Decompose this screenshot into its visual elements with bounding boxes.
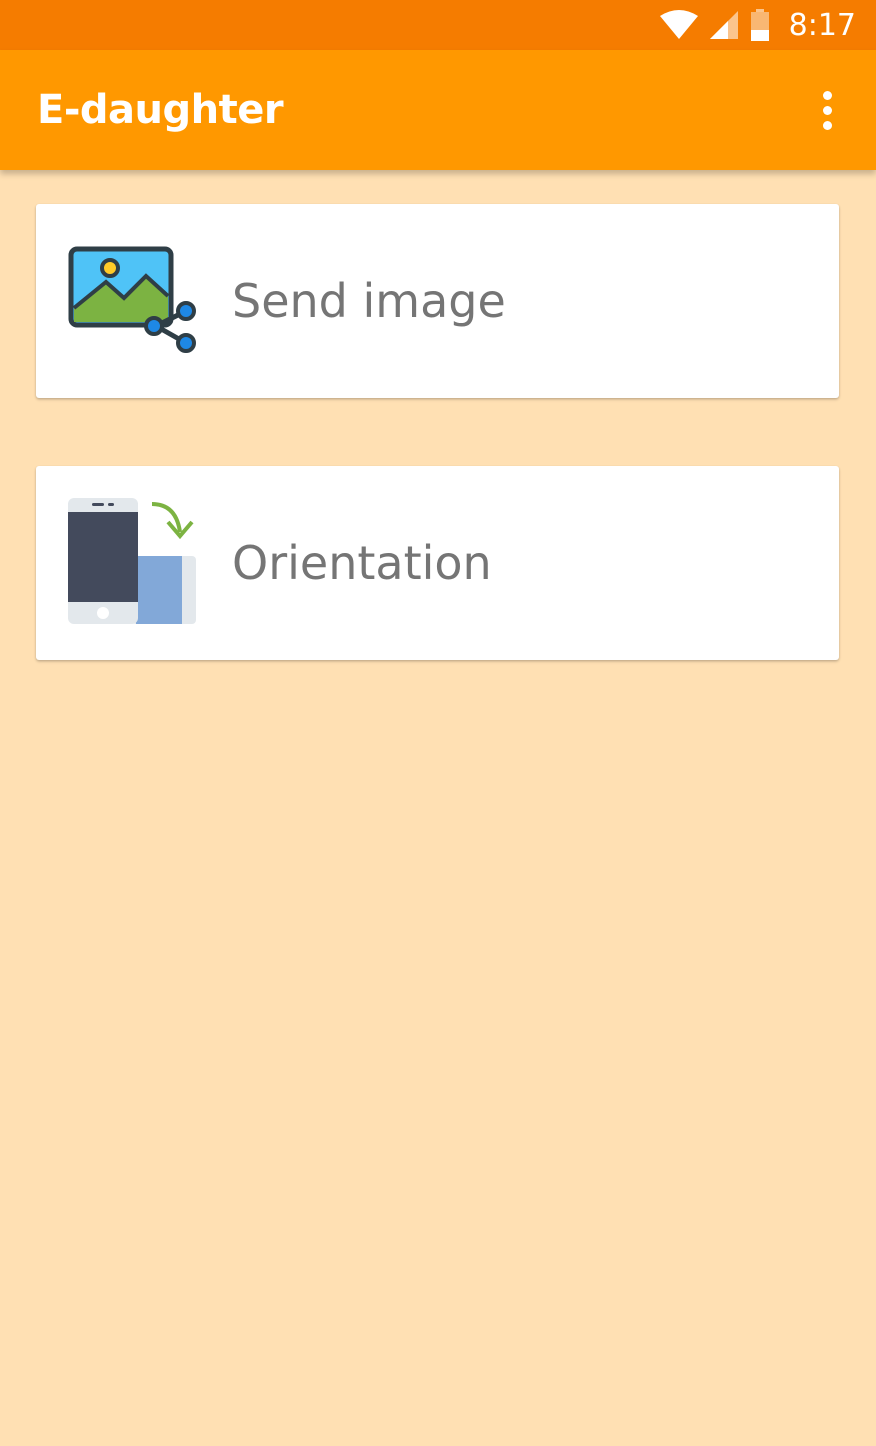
status-bar: 8:17 [0,0,876,50]
more-vertical-icon[interactable] [812,80,842,140]
send-image-label: Send image [232,274,506,328]
status-time: 8:17 [788,7,856,43]
cell-signal-icon [709,10,739,40]
share-image-icon [68,246,198,356]
screen-rotation-icon [68,498,198,624]
orientation-card[interactable]: Orientation [36,466,839,660]
app-title: E-daughter [37,87,284,133]
app-bar: E-daughter [0,50,876,170]
send-image-card[interactable]: Send image [36,204,839,398]
orientation-label: Orientation [232,536,492,590]
battery-icon [749,9,771,41]
wifi-icon [659,10,699,40]
